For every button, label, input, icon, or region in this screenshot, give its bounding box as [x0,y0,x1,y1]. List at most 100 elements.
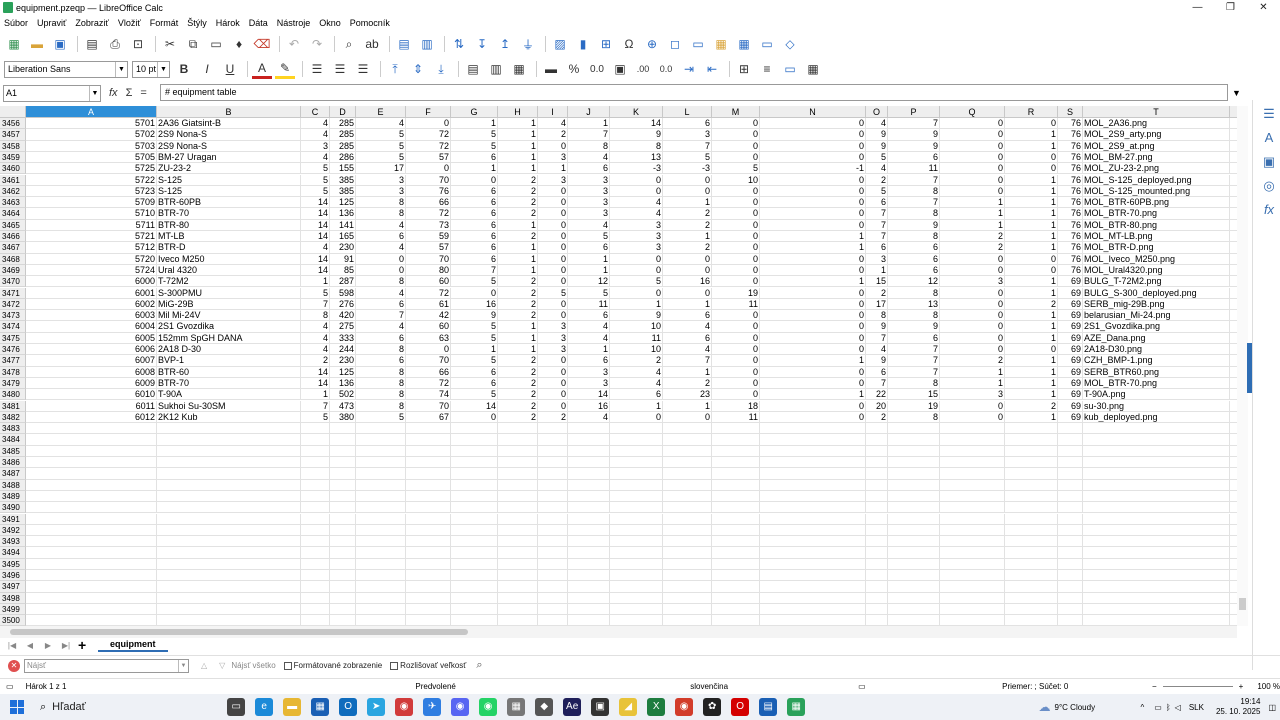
table-cell[interactable]: 0 [1005,264,1058,277]
empty-cell[interactable] [1005,558,1058,570]
table-cell[interactable]: 2 [498,411,538,424]
table-cell[interactable]: 11 [712,411,760,424]
table-cell[interactable]: 69 [1058,389,1083,401]
empty-cell[interactable] [1005,603,1058,616]
borders-icon[interactable]: ⊞ [734,59,754,79]
row-header[interactable]: 3465 [0,219,26,231]
table-cell[interactable]: 0 [712,377,760,390]
empty-cell[interactable] [866,502,888,514]
styles-icon[interactable]: A [1260,130,1278,148]
empty-cell[interactable] [157,592,301,604]
empty-cell[interactable] [866,434,888,446]
table-cell[interactable]: 1 [1005,332,1058,344]
empty-cell[interactable] [330,524,356,537]
table-cell[interactable]: 3 [356,174,406,186]
chrome-icon[interactable]: ◉ [395,698,414,716]
empty-cell[interactable] [498,513,538,525]
menu-item[interactable]: Pomocník [350,18,390,28]
empty-cell[interactable] [568,468,610,480]
column-header-q[interactable]: Q [940,106,1005,118]
table-cell[interactable]: 14 [301,231,330,243]
empty-cell[interactable] [157,536,301,548]
chevron-down-icon[interactable]: ▼ [178,659,188,672]
table-cell[interactable]: 66 [406,197,451,209]
empty-cell[interactable] [568,581,610,593]
empty-cell[interactable] [26,558,157,570]
table-cell[interactable]: 9 [451,310,498,322]
table-cell[interactable]: 1 [498,242,538,254]
table-cell[interactable]: 5711 [26,219,157,231]
empty-cell[interactable] [451,445,498,457]
table-cell[interactable]: 2 [498,298,538,311]
table-cell[interactable]: 0 [538,264,568,277]
table-cell[interactable]: 7 [866,231,888,243]
table-cell[interactable]: 0 [610,411,663,424]
table-cell[interactable]: 2 [498,197,538,209]
formatted-display-checkbox[interactable] [283,661,292,670]
table-cell[interactable]: 2A18-D30.png [1083,344,1230,356]
empty-cell[interactable] [538,445,568,457]
table-cell[interactable]: 2 [866,287,888,299]
table-cell[interactable]: 60 [406,321,451,333]
table-cell[interactable]: 2 [663,242,712,254]
empty-cell[interactable] [538,434,568,446]
table-cell[interactable]: 0 [1005,151,1058,164]
bluetooth-icon[interactable]: ᛒ [1166,703,1171,712]
empty-cell[interactable] [330,457,356,469]
empty-cell[interactable] [610,479,663,491]
empty-cell[interactable] [760,536,866,548]
table-cell[interactable]: 4 [663,321,712,333]
table-cell[interactable]: 1 [940,197,1005,209]
empty-cell[interactable] [1005,457,1058,469]
empty-cell[interactable] [610,513,663,525]
empty-cell[interactable] [663,468,712,480]
table-cell[interactable]: 5 [866,185,888,198]
table-cell[interactable]: 0 [760,411,866,424]
empty-cell[interactable] [406,524,451,537]
table-cell[interactable]: 244 [330,344,356,356]
table-cell[interactable]: 5 [610,276,663,288]
table-cell[interactable]: 5 [301,174,330,186]
empty-cell[interactable] [712,547,760,559]
menu-item[interactable]: Nástroje [277,18,311,28]
table-cell[interactable]: 4 [301,129,330,141]
empty-cell[interactable] [301,513,330,525]
table-cell[interactable]: 0 [940,129,1005,141]
menu-item[interactable]: Vložiť [118,18,141,28]
table-cell[interactable]: 141 [330,219,356,231]
table-cell[interactable]: 0 [940,400,1005,412]
table-cell[interactable]: 5720 [26,253,157,265]
table-cell[interactable]: 23 [663,389,712,401]
table-cell[interactable]: 0 [712,129,760,141]
empty-cell[interactable] [940,468,1005,480]
empty-cell[interactable] [866,423,888,435]
table-cell[interactable]: 2 [866,174,888,186]
row-header[interactable]: 3467 [0,242,26,254]
row-icon[interactable]: ▤ [394,34,414,54]
empty-cell[interactable] [157,502,301,514]
row-header[interactable]: 3481 [0,400,26,412]
table-cell[interactable]: 4 [866,118,888,130]
table-cell[interactable]: 69 [1058,411,1083,424]
empty-cell[interactable] [888,524,940,537]
table-cell[interactable]: 6 [866,197,888,209]
table-cell[interactable]: 14 [301,264,330,277]
table-cell[interactable]: 0 [1005,163,1058,175]
empty-cell[interactable] [451,592,498,604]
windows-start-icon[interactable] [10,700,24,714]
table-cell[interactable]: 1 [610,298,663,311]
table-cell[interactable]: 0 [538,298,568,311]
table-cell[interactable]: 2 [1005,400,1058,412]
empty-cell[interactable] [712,423,760,435]
table-cell[interactable]: 5 [712,163,760,175]
table-cell[interactable]: BM-27 Uragan [157,151,301,164]
table-cell[interactable]: -3 [663,163,712,175]
table-cell[interactable]: 7 [888,174,940,186]
empty-cell[interactable] [663,581,712,593]
empty-cell[interactable] [538,479,568,491]
table-cell[interactable]: 7 [888,344,940,356]
table-cell[interactable]: 2 [498,208,538,220]
table-cell[interactable]: 5 [866,151,888,164]
empty-cell[interactable] [663,490,712,503]
table-cell[interactable]: 1 [498,118,538,130]
